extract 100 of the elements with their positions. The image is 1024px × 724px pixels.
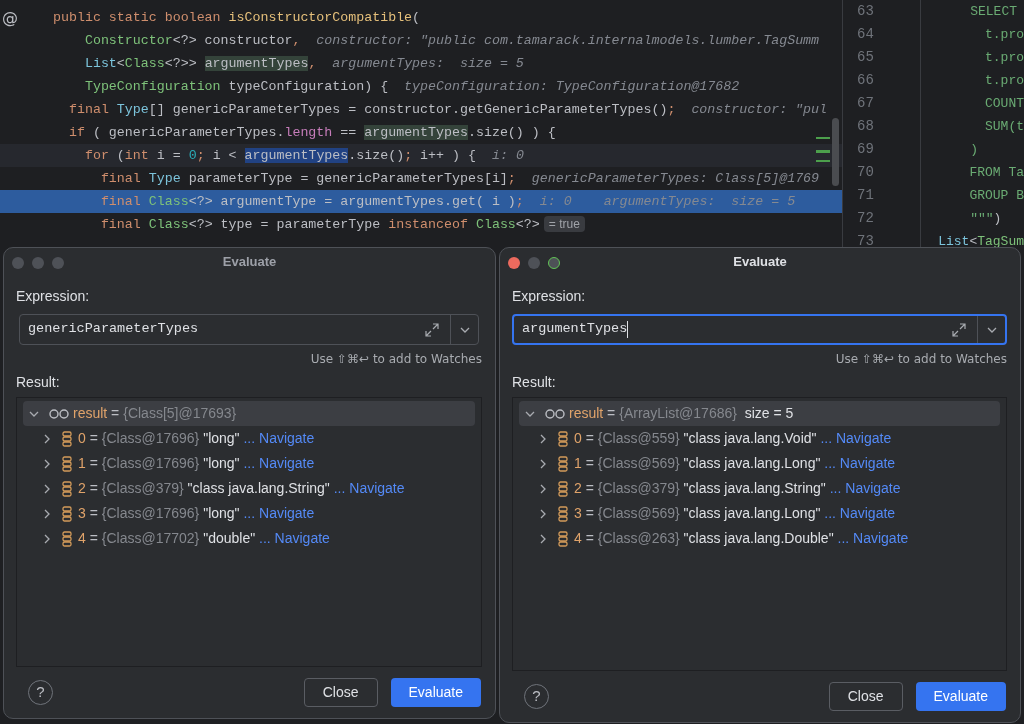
tree-text: 1 = {Class@17696} "long" [78,454,241,473]
line-number: 70 [856,163,875,182]
array-element-icon [62,455,72,472]
code-line: if ( genericParameterTypes.length == argumentTypes.size() ) { [67,123,556,142]
navigate-link[interactable]: ... Navigate [820,428,892,449]
array-element-icon [62,430,72,447]
chevron-right-icon[interactable] [538,483,548,494]
code-line: SUM(t [983,117,1024,136]
array-element-icon [558,530,568,547]
chevron-right-icon[interactable] [42,433,52,444]
line-number: 64 [856,25,875,44]
tree-text: 4 = {Class@263} "class java.lang.Double" [574,529,835,548]
navigate-link[interactable]: ... Navigate [333,478,405,499]
array-element-icon [558,505,568,522]
code-line: final Class<?> type = parameterType instanceof Class<?> = true [53,214,585,235]
field-label: Expression: [512,287,586,306]
tree-row[interactable]: result = {ArrayList@17686} size = 5 [519,401,1000,426]
code-line: FROM Ta [968,163,1024,182]
navigate-link[interactable]: ... Navigate [243,428,315,449]
line-number: 63 [856,2,875,21]
tree-text: 0 = {Class@17696} "long" [78,429,241,448]
close-light[interactable] [508,257,520,269]
code-line: final Class<?> argumentType = argumentTypes.get( i ); i: 0 argumentTypes: size = 5 [99,192,796,211]
evaluate-button[interactable]: Evaluate [390,678,481,707]
field-label: Result: [512,373,556,392]
chevron-right-icon[interactable] [42,458,52,469]
array-element-icon [558,430,568,447]
code-line: Constructor<?> constructor, constructor: "public com.tamarack.internalmodels.lumber.TagSumm [83,31,820,50]
expand-icon[interactable] [951,321,967,338]
navigate-link[interactable]: ... Navigate [824,503,896,524]
navigate-link[interactable]: ... Navigate [824,453,896,474]
line-number: 68 [856,117,875,136]
chevron-right-icon[interactable] [538,533,548,544]
tree-text: 3 = {Class@17696} "long" [78,504,241,523]
code-line: t.pro [983,48,1024,67]
code-line: """) [969,209,1002,228]
tree-text: 2 = {Class@379} "class java.lang.String" [574,479,827,498]
tree-text: 3 = {Class@569} "class java.lang.Long" [574,504,822,523]
line-number: 73 [856,232,875,251]
line-number: 65 [856,48,875,67]
array-element-icon [558,455,568,472]
tree-text: result = {ArrayList@17686} size = 5 [569,404,794,423]
expression-field[interactable]: genericParameterTypes [19,314,479,345]
glasses-icon [545,408,565,419]
code-line: public static boolean isConstructorCompatible( [53,8,421,27]
code-line: ) [969,140,978,159]
code-line: GROUP B [968,186,1024,205]
chevron-right-icon[interactable] [42,483,52,494]
chevron-right-icon[interactable] [42,533,52,544]
evaluate-button[interactable]: Evaluate [915,682,1006,711]
code-line: t.pro [983,71,1024,90]
code-line: final Type[] genericParameterTypes = constructor.getGenericParameterTypes(); constructor: "pul [67,100,828,119]
shortcut-hint: Use ⇧⌘↩ to add to Watches [835,351,1007,368]
chevron-right-icon[interactable] [538,508,548,519]
line-number: 72 [856,209,875,228]
close-button[interactable]: Close [303,678,378,707]
chevron-right-icon[interactable] [538,458,548,469]
line-number: 67 [856,94,875,113]
field-label: Expression: [16,287,90,306]
line-number: 66 [856,71,875,90]
shortcut-hint: Use ⇧⌘↩ to add to Watches [310,351,482,368]
array-element-icon [62,530,72,547]
navigate-link[interactable]: ... Navigate [829,478,901,499]
tree-text: 0 = {Class@559} "class java.lang.Void" [574,429,818,448]
close-button[interactable]: Close [828,682,903,711]
navigate-link[interactable]: ... Navigate [259,528,330,549]
glasses-icon [49,408,69,419]
chevron-right-icon[interactable] [538,433,548,444]
change-marker [816,150,830,153]
line-number: 71 [856,186,875,205]
code-line: List<TagSum [938,232,1024,251]
code-line: final Type parameterType = genericParameterTypes[i]; genericParameterTypes: Class[5]@1769 [99,169,820,188]
expression-field[interactable]: argumentTypes [512,314,1007,345]
navigate-link[interactable]: ... Navigate [243,453,315,474]
inlay-hint: = true [543,215,585,232]
chevron-right-icon[interactable] [42,508,52,519]
tree-text: 2 = {Class@379} "class java.lang.String" [78,479,331,498]
code-line: for (int i = 0; i < argumentTypes.size(); i++ ) { i: 0 [83,146,524,165]
tree-text: result = {Class[5]@17693} [73,404,237,423]
navigate-link[interactable]: ... Navigate [243,503,315,524]
array-element-icon [62,505,72,522]
array-element-icon [558,480,568,497]
window-title: Evaluate [733,253,787,272]
line-number: 69 [856,140,875,159]
tree-text: 4 = {Class@17702} "double" [78,529,257,548]
tree-text: 1 = {Class@569} "class java.lang.Long" [574,454,822,473]
scrollbar-thumb[interactable] [832,118,839,186]
zoom-light[interactable] [548,257,560,269]
code-line: List<Class<?>> argumentTypes, argumentTypes: size = 5 [83,54,524,73]
navigate-link[interactable]: ... Navigate [837,528,909,549]
expand-icon[interactable] [424,321,440,338]
gutter-icon[interactable]: @ [2,5,18,30]
code-line: TypeConfiguration typeConfiguration) { typeConfiguration: TypeConfiguration@17682 [83,77,740,96]
field-label: Result: [16,373,60,392]
code-line: t.pro [983,25,1024,44]
window-title: Evaluate [222,253,277,272]
code-line: COUNT [983,94,1024,113]
change-marker [816,137,830,139]
change-marker [816,160,830,162]
tree-row[interactable]: result = {Class[5]@17693} [23,401,475,426]
